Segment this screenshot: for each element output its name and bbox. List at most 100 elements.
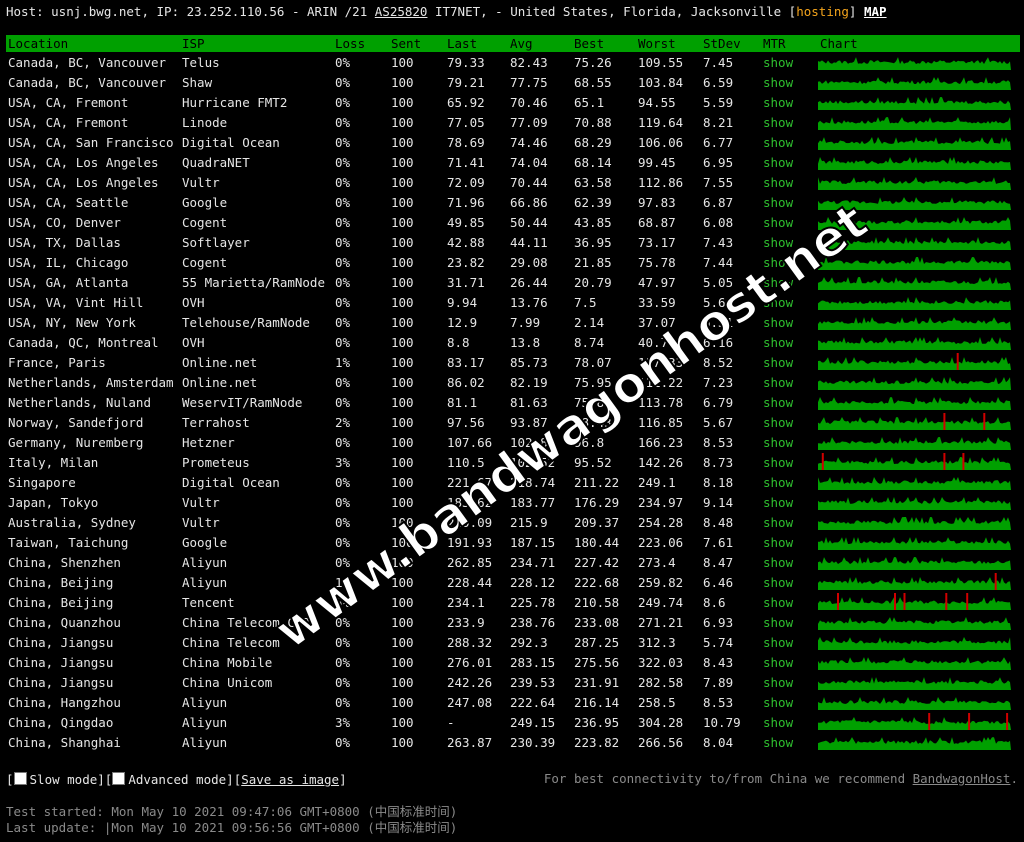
mtr-show-link[interactable]: show <box>761 432 818 452</box>
latency-chart-cell <box>818 172 1020 192</box>
table-row: Italy, Milan Prometeus 3% 100 110.5 102.52 95.… <box>6 452 1020 472</box>
location-cell: Italy, Milan <box>8 454 99 470</box>
isp-cell: Telus <box>182 54 220 70</box>
isp-cell: China Unicom <box>182 674 273 690</box>
loss-cell: 0% <box>335 254 351 270</box>
mtr-show-link[interactable]: show <box>761 192 818 212</box>
hosting-link[interactable]: hosting <box>796 4 849 19</box>
latency-area <box>818 677 1011 690</box>
loss-cell: 0% <box>335 394 351 410</box>
save-as-image-link[interactable]: Save as image <box>241 772 339 787</box>
host-info-location: IT7NET, - United States, Florida, Jackso… <box>427 4 797 19</box>
slow-mode-label[interactable]: Slow mode <box>30 772 98 787</box>
mtr-show-link[interactable]: show <box>761 692 818 712</box>
latency-sparkline <box>818 297 1011 310</box>
best-cell: 63.58 <box>574 174 612 190</box>
slow-mode-checkbox[interactable] <box>13 772 27 785</box>
location-cell: Canada, QC, Montreal <box>8 334 159 350</box>
mtr-show-link[interactable]: show <box>761 352 818 372</box>
mtr-show-link[interactable]: show <box>761 292 818 312</box>
mtr-show-link[interactable]: show <box>761 492 818 512</box>
location-cell: Germany, Nuremberg <box>8 434 144 450</box>
mtr-show-link[interactable]: show <box>761 372 818 392</box>
worst-cell: 112.86 <box>638 174 684 190</box>
stdev-cell: 8.47 <box>703 554 734 570</box>
worst-cell: 234.97 <box>638 494 684 510</box>
latency-area <box>818 157 1011 170</box>
mtr-show-link[interactable]: show <box>761 632 818 652</box>
mtr-show-link[interactable]: show <box>761 112 818 132</box>
mtr-show-link[interactable]: show <box>761 732 818 752</box>
mtr-show-link[interactable]: show <box>761 212 818 232</box>
avg-cell: 187.15 <box>510 534 556 550</box>
best-cell: 75.95 <box>574 374 612 390</box>
loss-cell: 0% <box>335 534 351 550</box>
best-cell: 68.29 <box>574 134 612 150</box>
latency-chart-cell <box>818 572 1020 592</box>
latency-sparkline <box>818 353 1011 370</box>
latency-area <box>818 517 1011 530</box>
avg-cell: 183.77 <box>510 494 556 510</box>
advanced-mode-checkbox[interactable] <box>112 772 126 785</box>
avg-cell: 215.9 <box>510 514 548 530</box>
mtr-show-link[interactable]: show <box>761 572 818 592</box>
loss-cell: 3% <box>335 454 351 470</box>
packet-loss-spike <box>945 593 948 610</box>
mtr-show-link[interactable]: show <box>761 272 818 292</box>
loss-cell: 0% <box>335 134 351 150</box>
mtr-show-link[interactable]: show <box>761 712 818 732</box>
latency-sparkline <box>818 237 1011 250</box>
mtr-show-link[interactable]: show <box>761 592 818 612</box>
mtr-show-link[interactable]: show <box>761 392 818 412</box>
location-cell: USA, CA, Los Angeles <box>8 174 159 190</box>
mtr-show-link[interactable]: show <box>761 52 818 72</box>
mtr-show-link[interactable]: show <box>761 172 818 192</box>
mtr-show-link[interactable]: show <box>761 452 818 472</box>
mtr-show-link[interactable]: show <box>761 612 818 632</box>
ping-results-table: Location ISP Loss Sent Last Avg Best Wor… <box>6 35 1020 752</box>
mtr-show-link[interactable]: show <box>761 652 818 672</box>
mtr-show-link[interactable]: show <box>761 332 818 352</box>
mtr-show-link[interactable]: show <box>761 552 818 572</box>
col-header-worst: Worst <box>638 36 676 51</box>
sent-cell: 100 <box>391 314 414 330</box>
mtr-show-link[interactable]: show <box>761 512 818 532</box>
col-header-mtr: MTR <box>763 36 786 51</box>
mtr-show-link[interactable]: show <box>761 252 818 272</box>
advanced-mode-label[interactable]: Advanced mode <box>128 772 226 787</box>
mtr-show-link[interactable]: show <box>761 532 818 552</box>
avg-cell: 249.15 <box>510 714 556 730</box>
sent-cell: 100 <box>391 534 414 550</box>
table-row: Canada, BC, Vancouver Shaw 0% 100 79.21 77.75… <box>6 72 1020 92</box>
latency-area <box>818 197 1011 210</box>
mtr-show-link[interactable]: show <box>761 132 818 152</box>
mtr-show-link[interactable]: show <box>761 72 818 92</box>
loss-cell: 1% <box>335 574 351 590</box>
asn-link[interactable]: AS25820 <box>375 4 428 19</box>
latency-chart-cell <box>818 152 1020 172</box>
loss-cell: 0% <box>335 654 351 670</box>
mtr-show-link[interactable]: show <box>761 312 818 332</box>
isp-cell: Vultr <box>182 514 220 530</box>
table-row: USA, CA, San Francisco Digital Ocean 0% 100… <box>6 132 1020 152</box>
mtr-show-link[interactable]: show <box>761 672 818 692</box>
loss-cell: 0% <box>335 194 351 210</box>
latency-chart-cell <box>818 272 1020 292</box>
mtr-show-link[interactable]: show <box>761 92 818 112</box>
isp-cell: OVH <box>182 294 205 310</box>
avg-cell: 13.76 <box>510 294 548 310</box>
location-cell: USA, VA, Vint Hill <box>8 294 144 310</box>
bandwagonhost-link[interactable]: BandwagonHost <box>913 771 1011 786</box>
sent-cell: 100 <box>391 54 414 70</box>
latency-area <box>818 217 1011 230</box>
map-link[interactable]: MAP <box>864 4 887 19</box>
latency-sparkline <box>818 277 1011 290</box>
mtr-show-link[interactable]: show <box>761 412 818 432</box>
stdev-cell: 7.61 <box>703 534 734 550</box>
latency-sparkline <box>818 157 1011 170</box>
mtr-show-link[interactable]: show <box>761 152 818 172</box>
latency-sparkline <box>818 77 1011 90</box>
location-cell: China, Shanghai <box>8 734 121 750</box>
mtr-show-link[interactable]: show <box>761 232 818 252</box>
mtr-show-link[interactable]: show <box>761 472 818 492</box>
